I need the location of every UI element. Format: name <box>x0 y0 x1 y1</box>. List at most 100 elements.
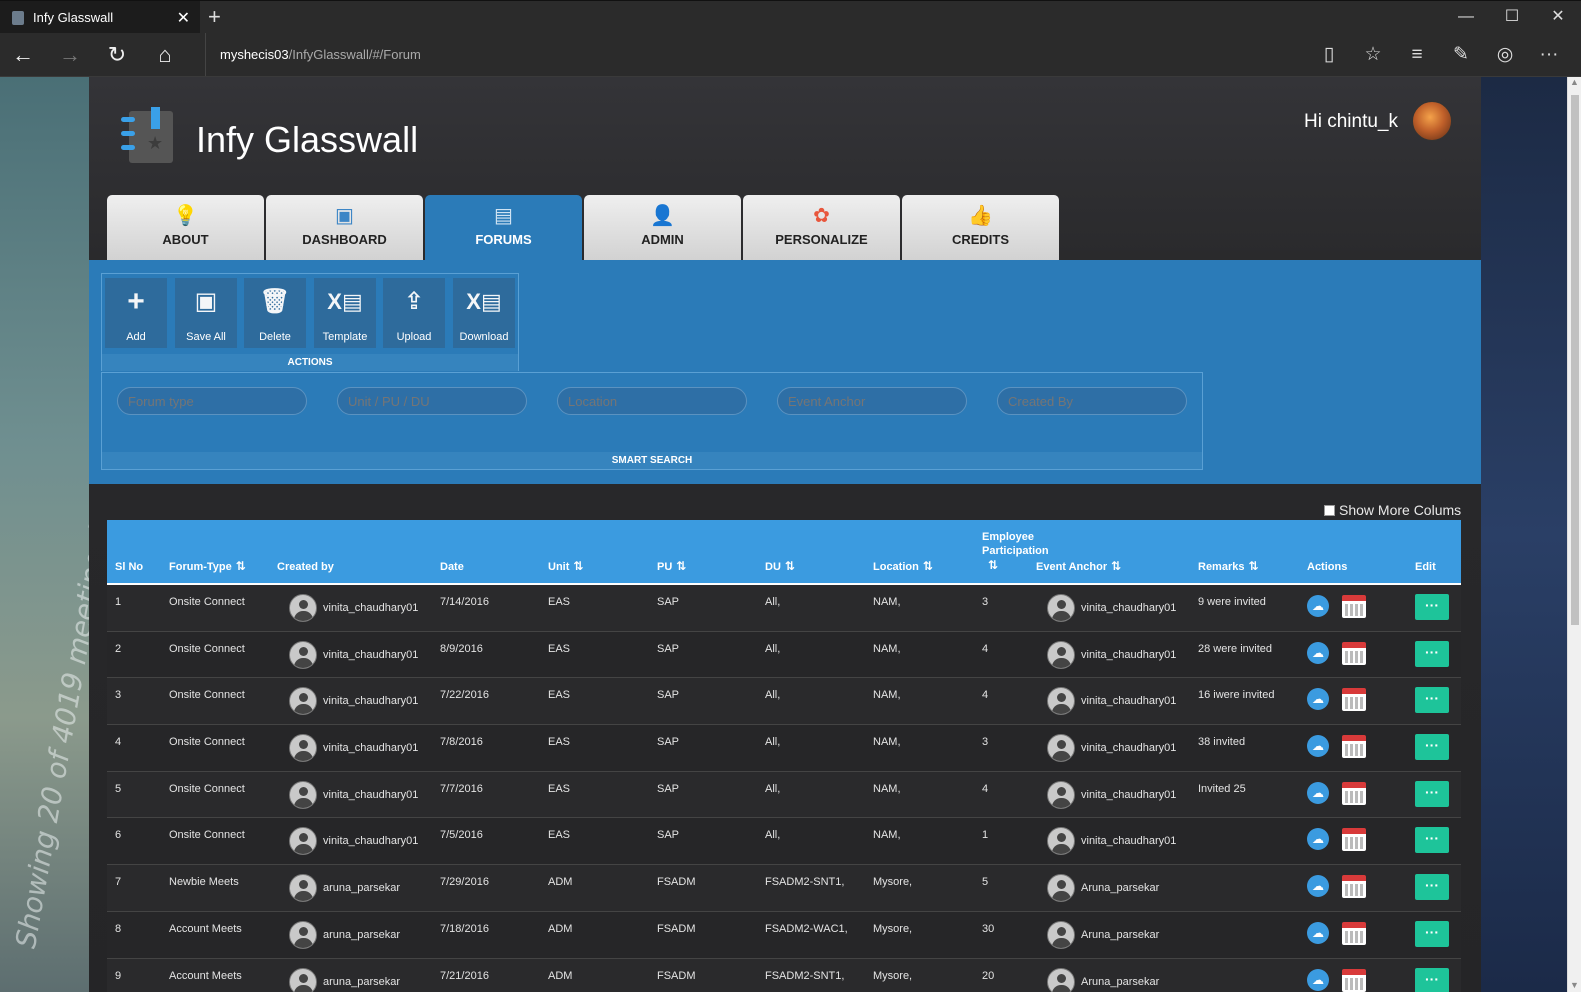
reading-view-icon[interactable]: ▯ <box>1307 40 1351 70</box>
sort-icon: ⇅ <box>573 559 584 573</box>
calendar-icon[interactable] <box>1342 641 1366 665</box>
calendar-icon[interactable] <box>1342 828 1366 852</box>
minimize-icon[interactable]: — <box>1443 1 1489 34</box>
add-button[interactable]: + Add <box>105 278 167 348</box>
cell-location: Mysore, <box>873 922 913 935</box>
event-anchor-input[interactable] <box>777 387 967 415</box>
cell-created-by: aruna_parsekar <box>289 920 401 949</box>
event-anchor-name: vinita_chaudhary01 <box>1081 648 1177 661</box>
tab-personalize[interactable]: ✿ PERSONALIZE <box>743 195 900 260</box>
close-window-icon[interactable]: ✕ <box>1535 1 1581 34</box>
save-all-button[interactable]: ▣ Save All <box>175 278 237 348</box>
delete-button[interactable]: 🗑 Delete <box>244 278 306 348</box>
refresh-icon[interactable]: ↻ <box>102 40 132 70</box>
cloud-icon[interactable]: ☁ <box>1307 875 1329 898</box>
location-input[interactable] <box>557 387 747 415</box>
created-by-name: aruna_parsekar <box>323 928 401 941</box>
plus-icon: + <box>127 285 145 318</box>
close-tab-icon[interactable]: ✕ <box>177 8 190 28</box>
home-icon[interactable]: ⌂ <box>150 40 180 70</box>
browser-tab[interactable]: Infy Glasswall ✕ <box>0 1 200 34</box>
web-note-icon[interactable]: ✎ <box>1439 40 1483 70</box>
header-event-anchor[interactable]: Event Anchor ⇅ <box>1036 559 1121 573</box>
cell-participation: 4 <box>982 689 989 702</box>
page-scrollbar[interactable]: ▲ ▼ <box>1567 77 1581 992</box>
unit-pu-du-input[interactable] <box>337 387 527 415</box>
calendar-icon[interactable] <box>1342 968 1366 992</box>
calendar-icon[interactable] <box>1342 735 1366 759</box>
edit-button[interactable]: ··· <box>1415 640 1449 667</box>
more-icon[interactable]: ··· <box>1527 40 1571 70</box>
template-button[interactable]: X▤ Template <box>314 278 376 348</box>
maximize-icon[interactable]: ☐ <box>1489 1 1535 34</box>
calendar-icon[interactable] <box>1342 781 1366 805</box>
cell-unit: ADM <box>548 922 573 935</box>
table-row: 7 Newbie Meets aruna_parsekar 7/29/2016 ADM F… <box>107 865 1461 912</box>
created-by-name: vinita_chaudhary01 <box>323 695 419 708</box>
header-location[interactable]: Location ⇅ <box>873 559 933 573</box>
tab-credits[interactable]: 👍 CREDITS <box>902 195 1059 260</box>
edit-button[interactable]: ··· <box>1415 874 1449 901</box>
header-edit: Edit <box>1415 561 1436 573</box>
cell-sl-no: 7 <box>115 876 122 889</box>
calendar-icon[interactable] <box>1342 875 1366 899</box>
header-forum-type[interactable]: Forum-Type ⇅ <box>169 559 246 573</box>
cloud-icon[interactable]: ☁ <box>1307 735 1329 758</box>
cell-pu: SAP <box>657 782 680 795</box>
user-avatar[interactable] <box>1412 101 1452 141</box>
cloud-icon[interactable]: ☁ <box>1307 968 1329 991</box>
tab-dashboard[interactable]: ▣ DASHBOARD <box>266 195 423 260</box>
tab-admin[interactable]: 👤 ADMIN <box>584 195 741 260</box>
palette-icon: ✿ <box>813 205 830 227</box>
show-more-checkbox[interactable] <box>1324 505 1335 516</box>
back-icon[interactable]: ← <box>8 40 38 70</box>
calendar-icon[interactable] <box>1342 921 1366 945</box>
favorite-star-icon[interactable]: ☆ <box>1351 40 1395 70</box>
cloud-icon[interactable]: ☁ <box>1307 641 1329 664</box>
cloud-icon[interactable]: ☁ <box>1307 781 1329 804</box>
upload-button[interactable]: ⇪ Upload <box>383 278 445 348</box>
show-more-columns[interactable]: Show More Colums <box>1324 502 1461 518</box>
table-row: 1 Onsite Connect vinita_chaudhary01 7/14/20… <box>107 585 1461 632</box>
share-icon[interactable]: ◎ <box>1483 40 1527 70</box>
edit-button[interactable]: ··· <box>1415 734 1449 761</box>
cloud-icon[interactable]: ☁ <box>1307 828 1329 851</box>
user-avatar-icon <box>1047 640 1075 669</box>
hub-icon[interactable]: ≡ <box>1395 40 1439 70</box>
cloud-icon[interactable]: ☁ <box>1307 921 1329 944</box>
edit-button[interactable]: ··· <box>1415 827 1449 854</box>
smart-search: SMART SEARCH <box>101 372 1203 470</box>
header-remarks[interactable]: Remarks ⇅ <box>1198 559 1259 573</box>
tab-about[interactable]: 💡 ABOUT <box>107 195 264 260</box>
scroll-down-icon[interactable]: ▼ <box>1570 980 1579 990</box>
scroll-up-icon[interactable]: ▲ <box>1570 77 1579 87</box>
cell-event-anchor: vinita_chaudhary01 <box>1047 687 1176 716</box>
cloud-icon[interactable]: ☁ <box>1307 595 1329 617</box>
edit-button[interactable]: ··· <box>1415 967 1449 992</box>
edit-button[interactable]: ··· <box>1415 920 1449 947</box>
forum-type-input[interactable] <box>117 387 307 415</box>
cell-pu: SAP <box>657 642 680 655</box>
download-button[interactable]: X▤ Download <box>453 278 515 348</box>
cloud-icon[interactable]: ☁ <box>1307 688 1329 711</box>
edit-button[interactable]: ··· <box>1415 687 1449 714</box>
created-by-input[interactable] <box>997 387 1187 415</box>
button-label: Download <box>459 331 509 343</box>
calendar-icon[interactable] <box>1342 595 1366 618</box>
header-pu[interactable]: PU ⇅ <box>657 559 686 573</box>
sort-icon: ⇅ <box>1111 559 1122 573</box>
calendar-icon[interactable] <box>1342 688 1366 712</box>
edit-button[interactable]: ··· <box>1415 594 1449 620</box>
header-du[interactable]: DU ⇅ <box>765 559 795 573</box>
forward-icon[interactable]: → <box>55 40 85 70</box>
cell-created-by: vinita_chaudhary01 <box>289 687 419 716</box>
cell-sl-no: 8 <box>115 922 122 935</box>
scrollbar-thumb[interactable] <box>1571 95 1579 625</box>
edit-button[interactable]: ··· <box>1415 780 1449 807</box>
new-tab-icon[interactable]: + <box>208 4 221 30</box>
tab-forums[interactable]: ▤ FORUMS <box>425 195 582 261</box>
cell-location: Mysore, <box>873 969 913 982</box>
url-field[interactable]: myshecis03/InfyGlasswall/#/Forum <box>205 33 421 76</box>
header-unit[interactable]: Unit ⇅ <box>548 559 583 573</box>
forums-table: Sl No Forum-Type ⇅ Created by Date Unit ⇅ … <box>107 520 1461 992</box>
